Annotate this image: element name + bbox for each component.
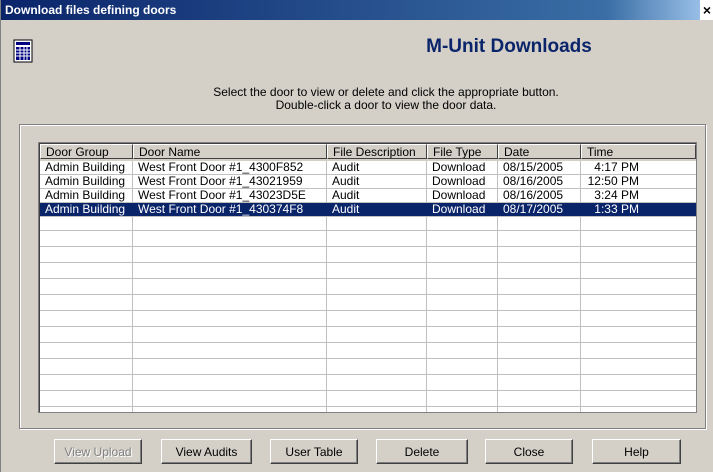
column-header-time[interactable]: Time xyxy=(581,144,696,159)
empty-row xyxy=(40,361,696,375)
empty-row xyxy=(40,281,696,295)
instruction-line-2: Double-click a door to view the door dat… xyxy=(275,98,497,112)
cell-file-type: Download xyxy=(432,161,486,174)
empty-row xyxy=(40,313,696,327)
spreadsheet-icon xyxy=(13,39,33,63)
window-title: Download files defining doors xyxy=(5,3,177,17)
empty-row xyxy=(40,377,696,391)
cell-file-description: Audit xyxy=(332,189,360,202)
cell-date: 08/16/2005 xyxy=(503,189,564,202)
empty-row xyxy=(40,329,696,343)
cell-file-type: Download xyxy=(432,203,486,216)
cell-door-group: Admin Building xyxy=(45,161,126,174)
cell-door-name: West Front Door #1_430374F8 xyxy=(138,203,304,216)
cell-door-name: West Front Door #1_43021959 xyxy=(138,175,303,188)
close-button[interactable]: Close xyxy=(485,439,573,464)
help-button[interactable]: Help xyxy=(592,439,681,464)
cell-file-type: Download xyxy=(432,189,486,202)
cell-date: 08/16/2005 xyxy=(503,175,564,188)
empty-row xyxy=(40,249,696,263)
empty-row xyxy=(40,393,696,407)
column-header-door-name[interactable]: Door Name xyxy=(133,144,327,159)
view-upload-button[interactable]: View Upload xyxy=(54,439,142,464)
title-bar[interactable]: Download files defining doors × xyxy=(1,0,713,20)
cell-door-group: Admin Building xyxy=(45,175,126,188)
cell-file-description: Audit xyxy=(332,161,360,174)
column-header-date[interactable]: Date xyxy=(498,144,581,159)
download-dialog: Download files defining doors × M-Unit D… xyxy=(0,0,713,472)
cell-time: 1:33 PM xyxy=(594,203,639,216)
cell-file-type: Download xyxy=(432,175,486,188)
cell-file-description: Audit xyxy=(332,175,360,188)
page-title: M-Unit Downloads xyxy=(426,36,592,57)
empty-row xyxy=(40,217,696,231)
cell-door-name: West Front Door #1_43023D5E xyxy=(138,189,306,202)
list-header: Door Group Door Name File Description Fi… xyxy=(40,144,696,161)
close-icon[interactable]: × xyxy=(700,0,713,20)
empty-row xyxy=(40,345,696,359)
user-table-button[interactable]: User Table xyxy=(270,439,358,464)
view-audits-button[interactable]: View Audits xyxy=(161,439,252,464)
empty-row xyxy=(40,265,696,279)
empty-row xyxy=(40,297,696,311)
cell-date: 08/15/2005 xyxy=(503,161,564,174)
cell-time: 12:50 PM xyxy=(587,175,639,188)
cell-time: 3:24 PM xyxy=(594,189,639,202)
instructions: Select the door to view or delete and cl… xyxy=(121,86,651,112)
cell-door-group: Admin Building xyxy=(45,203,126,216)
column-header-file-type[interactable]: File Type xyxy=(427,144,498,159)
cell-door-group: Admin Building xyxy=(45,189,126,202)
table-row[interactable]: Admin Building West Front Door #1_430219… xyxy=(40,175,696,189)
delete-button[interactable]: Delete xyxy=(376,439,468,464)
cell-file-description: Audit xyxy=(332,203,360,216)
cell-date: 08/17/2005 xyxy=(503,203,564,216)
table-row[interactable]: Admin Building West Front Door #1_43023D… xyxy=(40,189,696,203)
cell-time: 4:17 PM xyxy=(594,161,639,174)
downloads-list[interactable]: Door Group Door Name File Description Fi… xyxy=(38,142,697,413)
column-header-file-description[interactable]: File Description xyxy=(327,144,427,159)
column-header-door-group[interactable]: Door Group xyxy=(40,144,133,159)
table-row[interactable]: Admin Building West Front Door #1_4300F8… xyxy=(40,161,696,175)
cell-door-name: West Front Door #1_4300F852 xyxy=(138,161,304,174)
empty-row xyxy=(40,233,696,247)
table-row-selected[interactable]: Admin Building West Front Door #1_430374… xyxy=(40,203,696,217)
